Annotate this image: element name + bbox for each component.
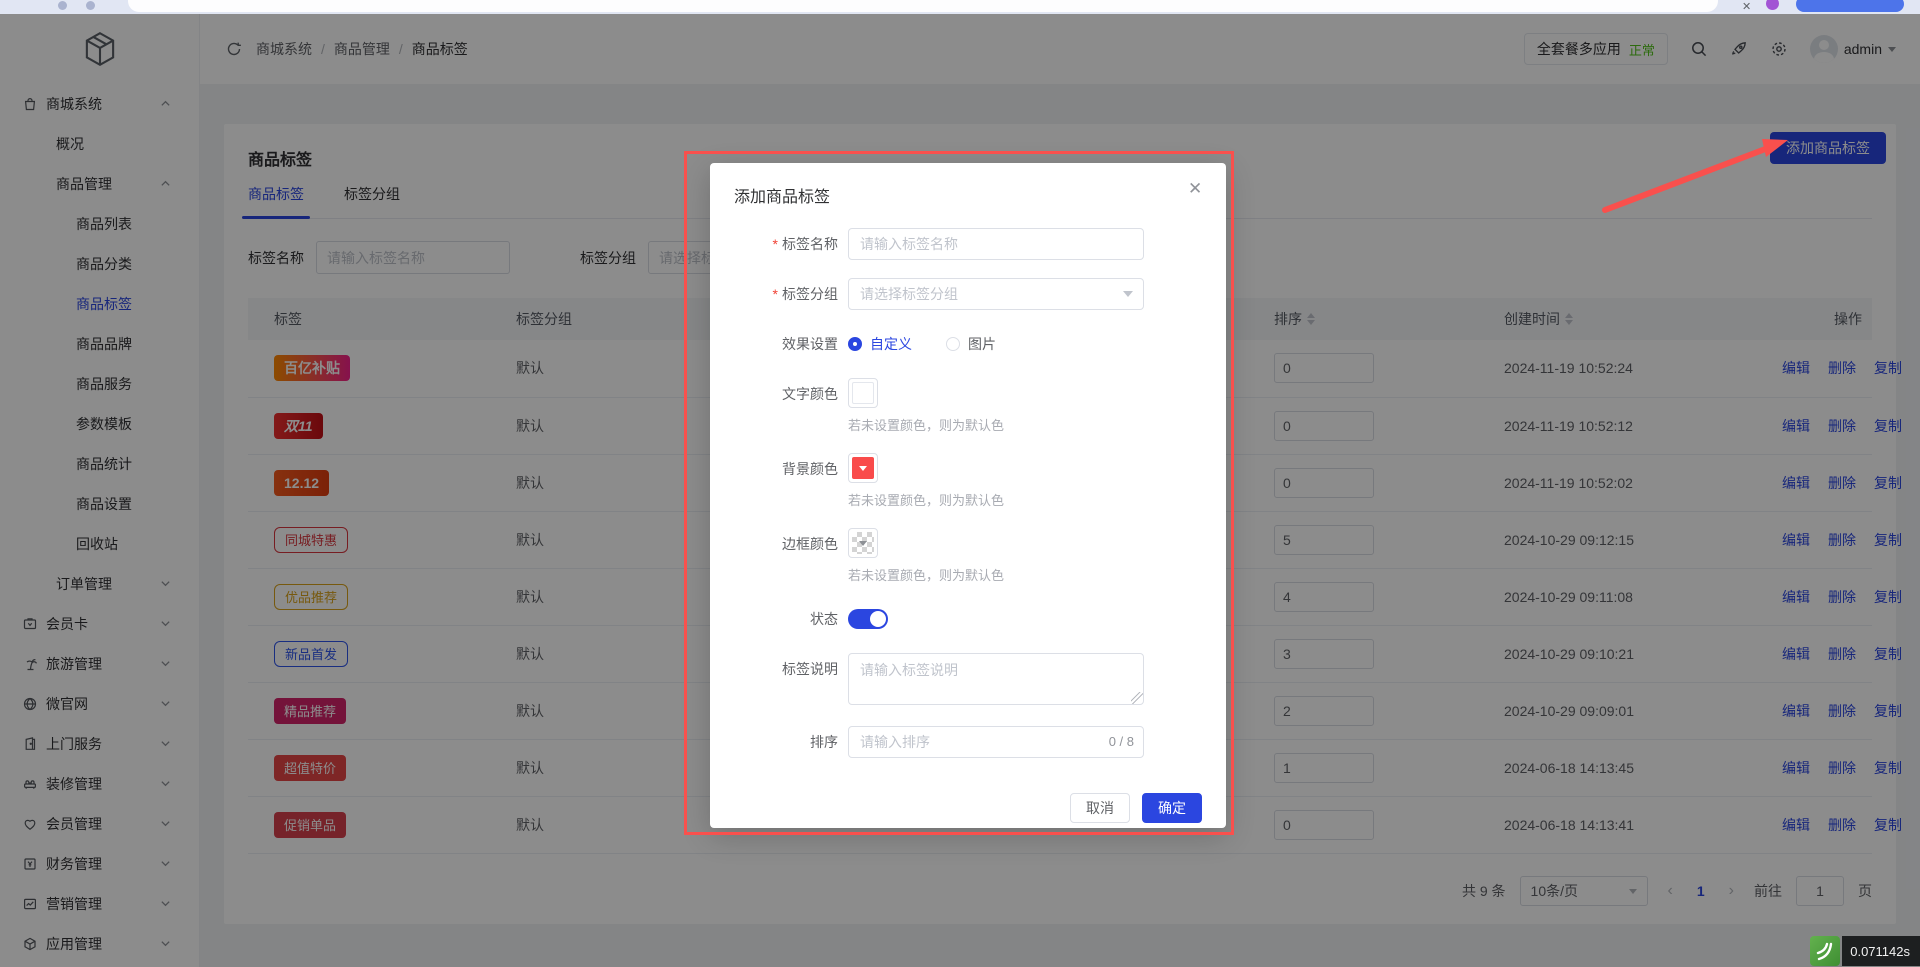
chevron-down-icon	[859, 465, 867, 471]
chevron-down-icon	[859, 540, 867, 546]
field-label-group: 标签分组	[734, 278, 838, 310]
tag-group-select[interactable]: 请选择标签分组	[848, 278, 1144, 310]
sort-input[interactable]	[848, 726, 1144, 758]
effect-radio-0[interactable]: 自定义	[848, 334, 912, 354]
border-color-picker[interactable]	[848, 528, 878, 558]
radio-label: 自定义	[870, 336, 912, 352]
effect-radio-1[interactable]: 图片	[946, 334, 996, 354]
perf-badge: 0.071142s	[1810, 936, 1920, 966]
field-label-sort: 排序	[810, 734, 838, 750]
bg-color-hint: 若未设置颜色，则为默认色	[848, 493, 1005, 508]
bg-color-picker[interactable]	[848, 453, 878, 483]
radio-icon	[848, 337, 862, 351]
field-label-border-color: 边框颜色	[782, 536, 838, 552]
char-counter: 0 / 8	[1108, 734, 1134, 749]
browser-chrome: ✕	[0, 0, 1920, 14]
tag-group-placeholder: 请选择标签分组	[860, 286, 958, 302]
modal-title: 添加商品标签	[734, 189, 831, 206]
browser-action-button[interactable]	[1796, 0, 1904, 12]
framework-logo-icon	[1810, 936, 1841, 966]
field-label-bg-color: 背景颜色	[782, 461, 838, 477]
cancel-button[interactable]: 取消	[1070, 793, 1130, 823]
confirm-button[interactable]: 确定	[1142, 793, 1202, 823]
field-label-status: 状态	[810, 611, 838, 627]
page-load-time: 0.071142s	[1842, 936, 1920, 966]
border-color-hint: 若未设置颜色，则为默认色	[848, 568, 1005, 583]
browser-dot	[58, 1, 67, 10]
effect-radio-group: 自定义 图片	[848, 328, 1144, 360]
field-label-effect: 效果设置	[782, 336, 838, 352]
text-color-hint: 若未设置颜色，则为默认色	[848, 418, 1005, 433]
close-icon[interactable]: ✕	[1742, 0, 1751, 13]
chevron-down-icon	[1123, 291, 1133, 297]
radio-icon	[946, 337, 960, 351]
field-label-name: 标签名称	[734, 228, 838, 260]
field-label-text-color: 文字颜色	[782, 386, 838, 402]
close-icon[interactable]: ✕	[1188, 180, 1204, 197]
add-tag-modal: 添加商品标签 ✕ 标签名称 标签分组 请选择标签分组 效果设置 自定义 图片 文字…	[710, 163, 1226, 828]
field-label-desc: 标签说明	[782, 661, 838, 677]
tag-desc-textarea[interactable]	[848, 653, 1144, 705]
tag-name-input[interactable]	[848, 228, 1144, 260]
browser-address-bar[interactable]	[128, 0, 1718, 12]
status-toggle[interactable]	[848, 609, 888, 629]
radio-label: 图片	[968, 336, 996, 352]
text-color-picker[interactable]	[848, 378, 878, 408]
browser-profile-avatar[interactable]	[1766, 0, 1779, 10]
browser-dot	[86, 1, 95, 10]
